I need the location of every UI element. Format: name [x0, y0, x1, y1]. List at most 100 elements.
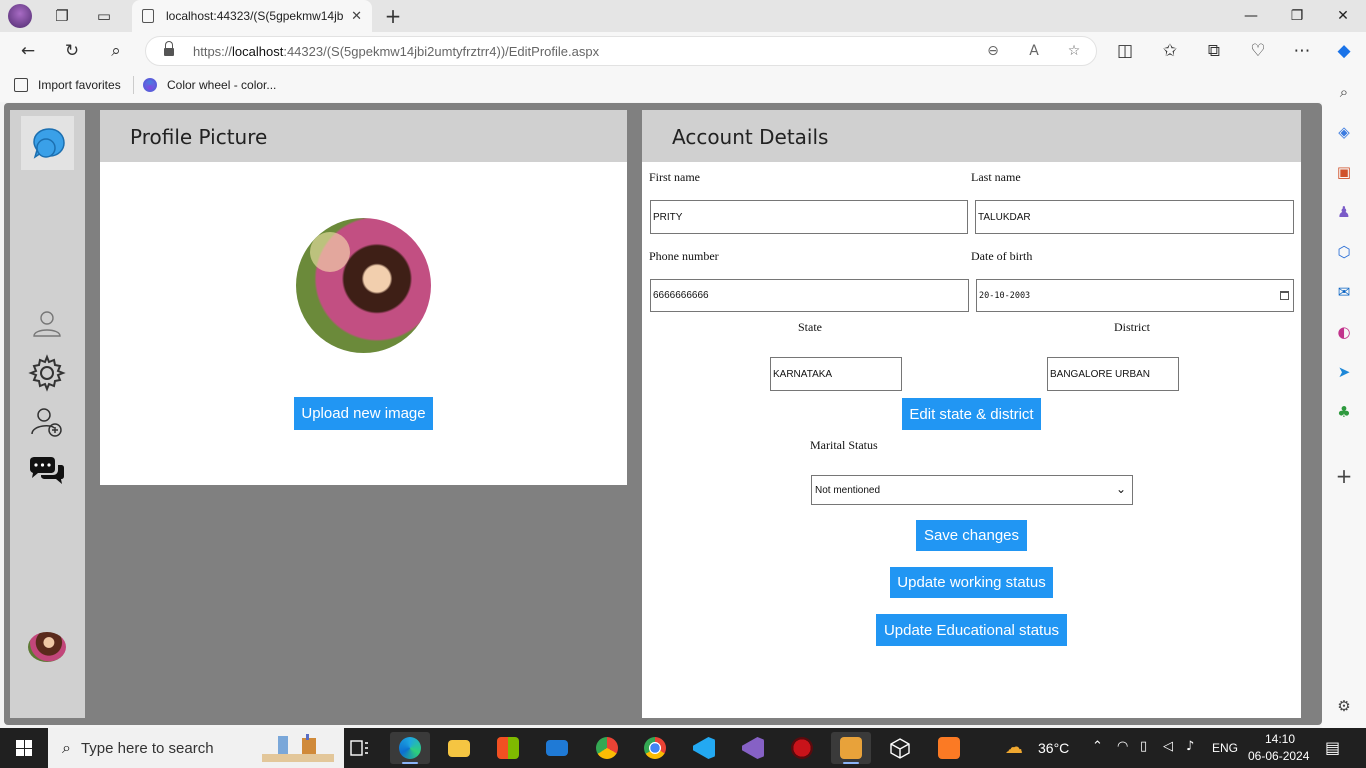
restore-icon[interactable]: ❐	[1274, 0, 1320, 32]
chrome-profile-icon[interactable]	[587, 732, 627, 764]
tools-icon[interactable]: ▣	[1334, 162, 1354, 182]
profile-picture-card: Profile Picture Upload new image	[100, 110, 627, 485]
favorite-import[interactable]: Import favorites	[14, 78, 121, 92]
performance-icon[interactable]: ♡	[1246, 39, 1270, 63]
url-bar[interactable]: https://localhost:44323/(S(5gpekmw14jbi2…	[145, 36, 1097, 66]
add-user-icon[interactable]	[27, 404, 67, 440]
messages-icon[interactable]	[27, 453, 67, 489]
vscode-icon[interactable]	[684, 732, 724, 764]
favorite-label: Import favorites	[38, 78, 121, 92]
more-menu-icon[interactable]: ⋯	[1290, 39, 1314, 63]
chevron-down-icon: ⌄	[1115, 482, 1126, 496]
first-name-label: First name	[649, 170, 700, 184]
xampp-control-icon[interactable]	[929, 732, 969, 764]
favorites-bar: Import favorites Color wheel - color...	[0, 70, 1366, 102]
start-button[interactable]	[0, 728, 48, 768]
update-educational-status-button[interactable]: Update Educational status	[876, 614, 1067, 646]
xampp-icon[interactable]	[831, 732, 871, 764]
volume-icon[interactable]: ◁	[1163, 739, 1173, 754]
address-toolbar: ← ↻ ⌕ https://localhost:44323/(S(5gpekmw…	[0, 32, 1366, 70]
copilot-icon[interactable]: ◆	[1332, 39, 1356, 63]
page-icon	[142, 9, 154, 23]
tab-actions-icon[interactable]: ▭	[92, 4, 116, 28]
microsoft365-icon[interactable]: ⬡	[1334, 242, 1354, 262]
phone-label: Phone number	[649, 249, 719, 263]
windows-logo-icon	[16, 740, 32, 756]
save-changes-button[interactable]: Save changes	[916, 520, 1027, 551]
battery-icon[interactable]: ▯	[1140, 739, 1147, 754]
new-tab-icon[interactable]: +	[381, 4, 405, 28]
edge-app-icon[interactable]	[390, 732, 430, 764]
url-text[interactable]: https://localhost:44323/(S(5gpekmw14jbi2…	[193, 44, 599, 59]
network-icon[interactable]: ◠	[1117, 739, 1128, 754]
tree-icon[interactable]: ♣	[1334, 402, 1354, 422]
edit-state-district-button[interactable]: Edit state & district	[902, 398, 1041, 430]
recorder-icon[interactable]	[782, 732, 822, 764]
language-indicator[interactable]: ENG	[1212, 741, 1238, 755]
sidebar-search-icon[interactable]: ⌕	[1334, 82, 1354, 102]
district-field[interactable]: BANGALORE URBAN	[1047, 357, 1179, 391]
sidebar-settings-icon[interactable]: ⚙	[1334, 696, 1354, 716]
edge-sidebar: ⌕ ◈ ▣ ♟ ⬡ ✉ ◐ ➤ ♣ + ⚙	[1322, 70, 1366, 728]
last-name-field[interactable]: TALUKDAR	[975, 200, 1294, 234]
marital-status-select[interactable]: Not mentioned ⌄	[811, 475, 1133, 505]
show-hidden-icons-chevron[interactable]: ⌃	[1092, 739, 1103, 754]
account-details-header: Account Details	[642, 110, 1301, 162]
speaker-icon[interactable]: ♪	[1186, 739, 1194, 754]
back-icon[interactable]: ←	[16, 39, 40, 63]
close-tab-icon[interactable]: ✕	[351, 9, 362, 24]
close-window-icon[interactable]: ✕	[1320, 0, 1366, 32]
app-sidebar	[10, 110, 85, 718]
profile-picture-title: Profile Picture	[130, 125, 268, 149]
browser-profile-avatar[interactable]	[8, 4, 32, 28]
upload-image-button[interactable]: Upload new image	[294, 397, 433, 430]
search-icon[interactable]: ⌕	[104, 39, 128, 63]
favorite-label: Color wheel - color...	[167, 78, 277, 92]
clock-date[interactable]: 06-06-2024	[1248, 749, 1309, 763]
add-sidebar-app-icon[interactable]: +	[1334, 464, 1354, 488]
shopping-icon[interactable]: ◈	[1334, 122, 1354, 142]
favorites-icon[interactable]: ✩	[1158, 39, 1182, 63]
profile-user-icon[interactable]	[27, 306, 67, 342]
state-label: State	[798, 320, 822, 334]
account-details-title: Account Details	[672, 125, 829, 149]
send-icon[interactable]: ➤	[1334, 362, 1354, 382]
outlook-icon[interactable]: ✉	[1334, 282, 1354, 302]
refresh-icon[interactable]: ↻	[60, 39, 84, 63]
clock-time[interactable]: 14:10	[1265, 732, 1295, 746]
games-icon[interactable]: ♟	[1334, 202, 1354, 222]
workspaces-icon[interactable]: ❐	[50, 4, 74, 28]
split-screen-icon[interactable]: ◫	[1113, 39, 1137, 63]
first-name-field[interactable]: PRITY	[650, 200, 968, 234]
chat-logo-icon[interactable]	[21, 116, 74, 170]
dob-value: 20-10-2003	[979, 290, 1031, 301]
state-field[interactable]: KARNATAKA	[770, 357, 902, 391]
visual-studio-icon[interactable]	[733, 732, 773, 764]
zoom-out-icon[interactable]: ⊖	[983, 41, 1003, 61]
chrome-icon[interactable]	[635, 732, 675, 764]
cube-app-icon[interactable]	[880, 732, 920, 764]
weather-temp[interactable]: 36°C	[1038, 740, 1069, 756]
notifications-icon[interactable]: ▤	[1325, 738, 1340, 757]
task-view-icon[interactable]	[340, 732, 380, 764]
dob-field[interactable]: 20-10-2003	[976, 279, 1294, 312]
settings-gear-icon[interactable]	[27, 354, 67, 392]
store-icon[interactable]	[488, 732, 528, 764]
calendar-icon[interactable]	[1280, 291, 1289, 300]
minimize-icon[interactable]: —	[1228, 0, 1274, 32]
mail-icon[interactable]	[537, 732, 577, 764]
favorite-star-icon[interactable]: ☆	[1064, 41, 1084, 61]
file-explorer-icon[interactable]	[439, 732, 479, 764]
read-aloud-icon[interactable]: A	[1024, 41, 1044, 61]
user-avatar[interactable]	[28, 632, 66, 662]
collections-icon[interactable]: ⧉	[1202, 39, 1226, 63]
weather-icon[interactable]: ☁	[1005, 737, 1023, 758]
browser-titlebar: ❐ ▭ localhost:44323/(S(5gpekmw14jb ✕ + —…	[0, 0, 1366, 32]
taskbar-search[interactable]: ⌕ Type here to search	[48, 728, 344, 768]
tab-editprofile[interactable]: localhost:44323/(S(5gpekmw14jb ✕	[132, 0, 372, 32]
designer-icon[interactable]: ◐	[1334, 322, 1354, 342]
favorite-color-wheel[interactable]: Color wheel - color...	[143, 78, 276, 92]
lock-icon[interactable]	[164, 41, 174, 56]
update-working-status-button[interactable]: Update working status	[890, 567, 1053, 598]
phone-field[interactable]: 6666666666	[650, 279, 969, 312]
